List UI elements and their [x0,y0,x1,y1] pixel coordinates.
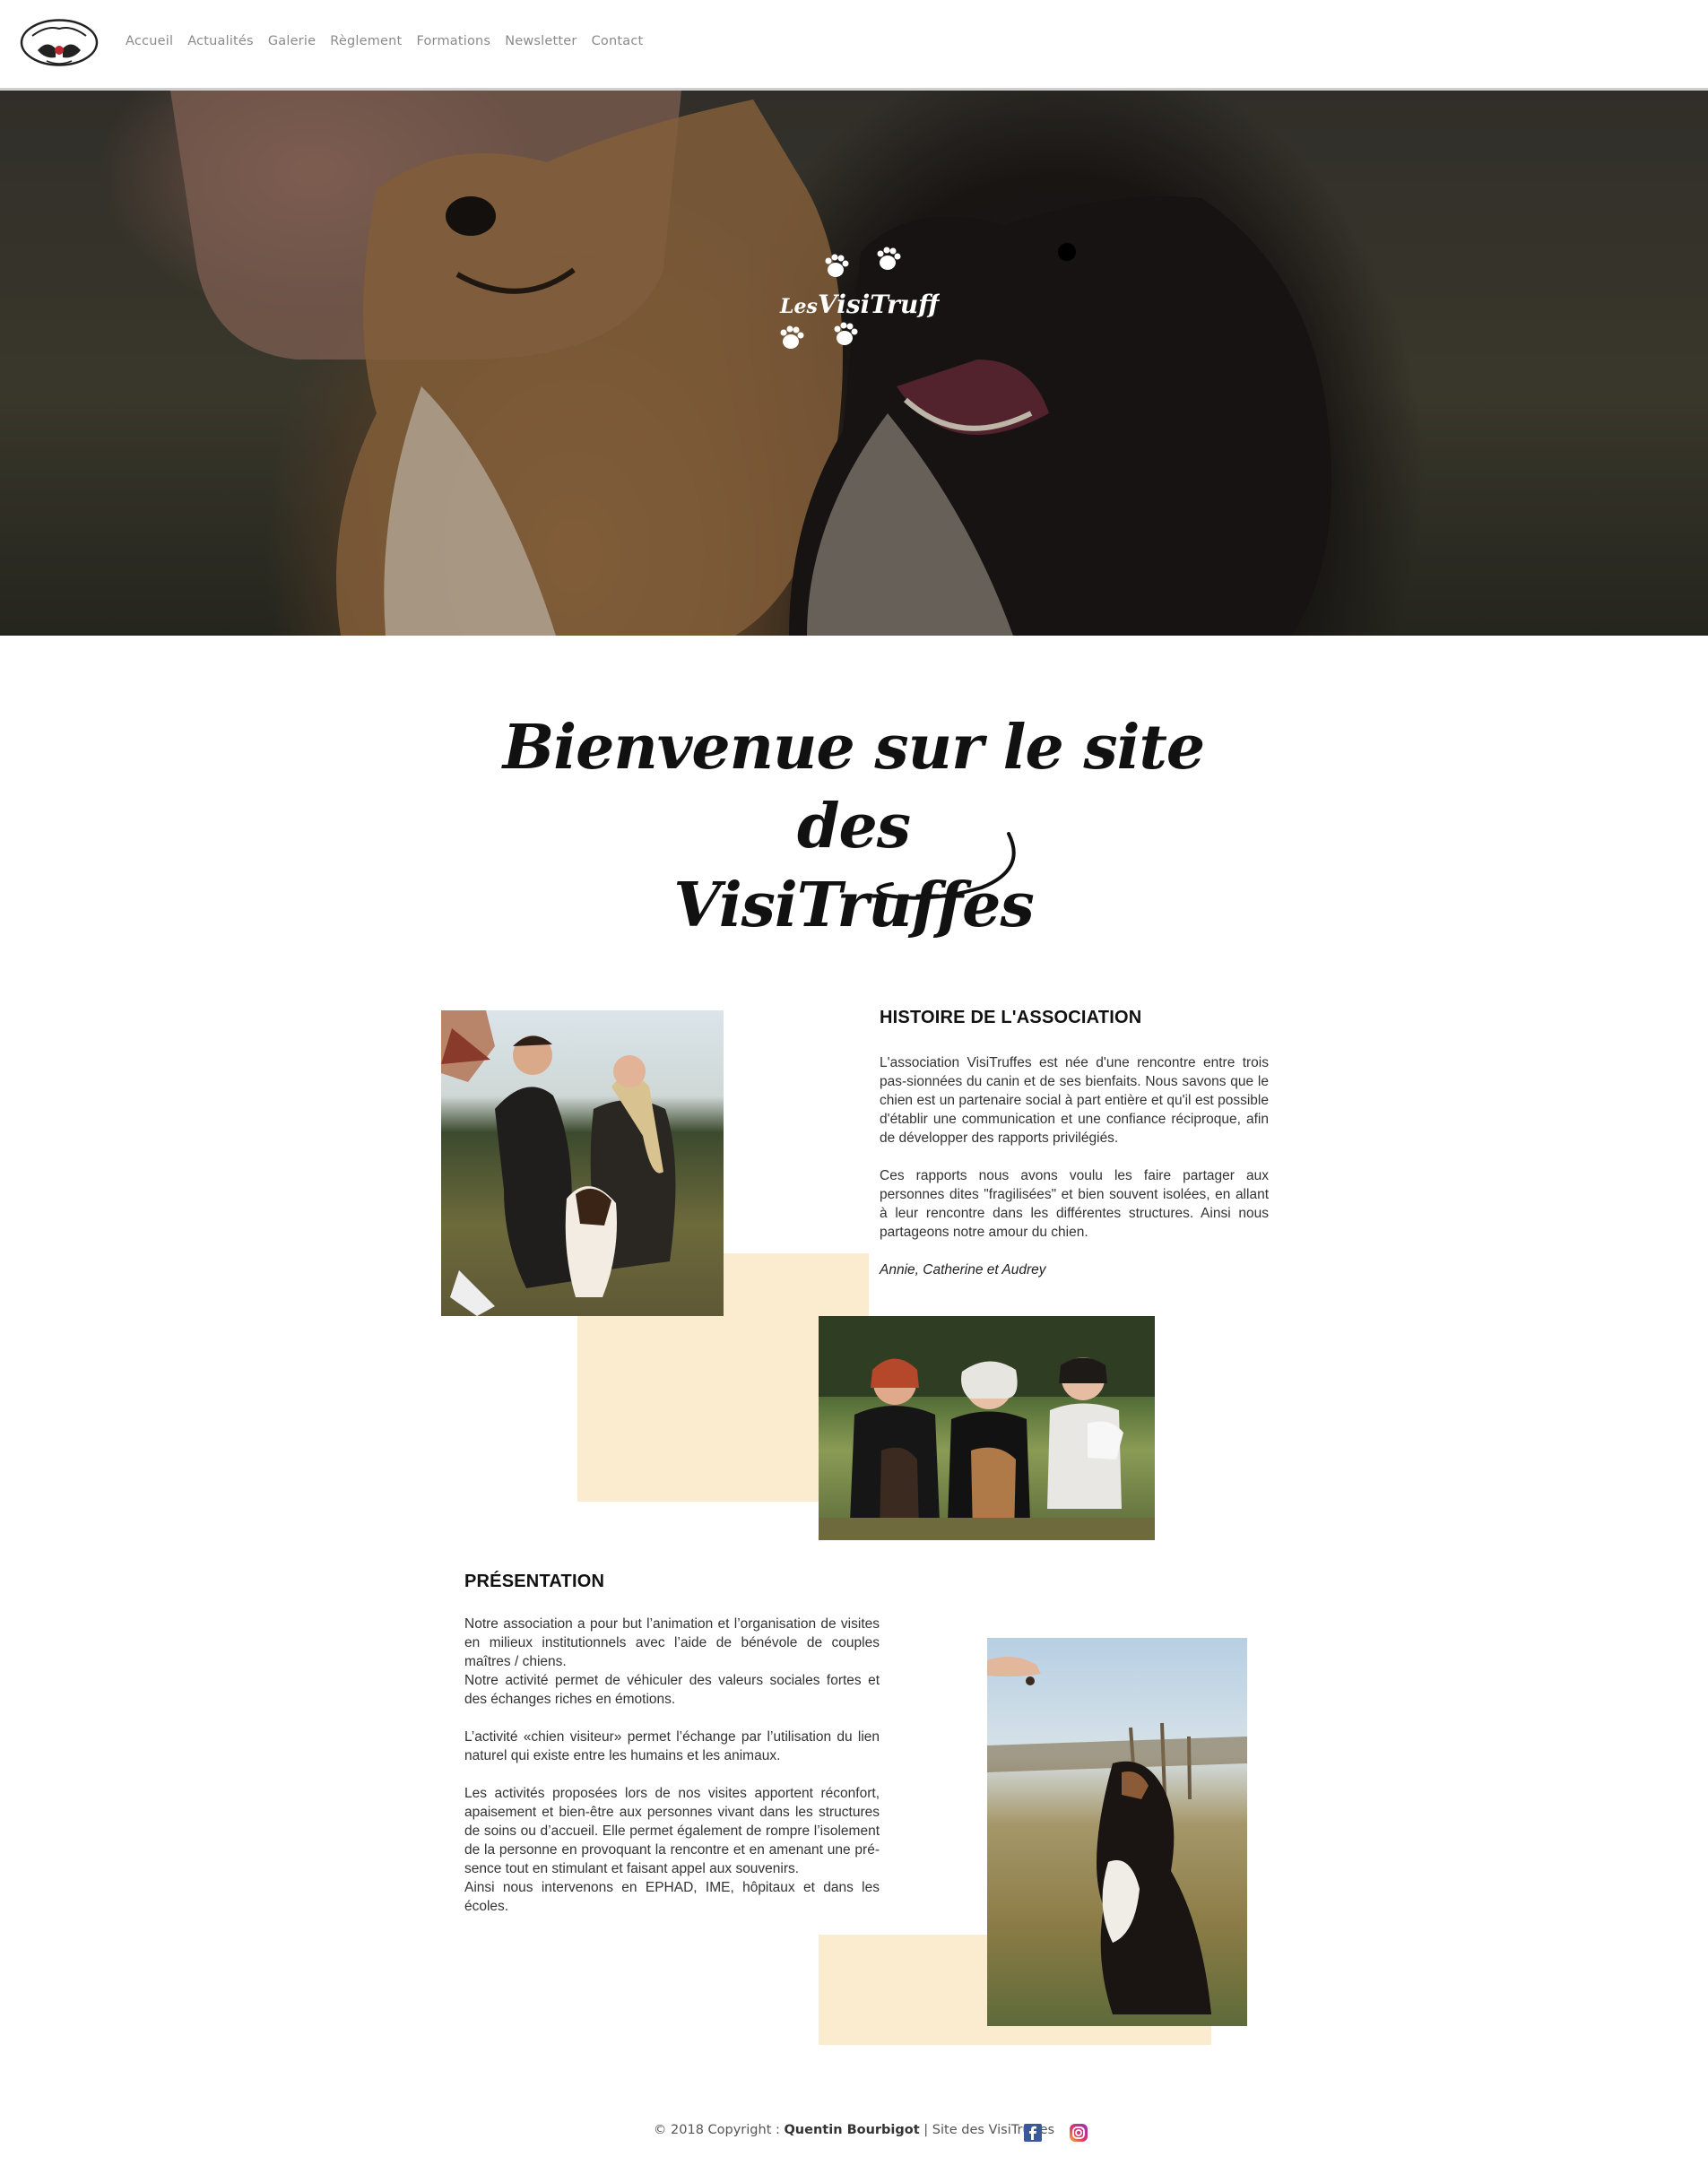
footer-author: Quentin Bourbigot [784,2123,920,2137]
instagram-icon[interactable] [1069,2123,1088,2143]
nav-formations[interactable]: Formations [416,34,490,48]
nav-accueil[interactable]: Accueil [126,34,173,48]
couple-illustration [441,1010,676,1316]
histoire-title: HISTOIRE DE L'ASSOCIATION [880,1008,1142,1027]
main-nav: Accueil Actualités Galerie Règlement For… [126,34,657,48]
nav-newsletter[interactable]: Newsletter [505,34,577,48]
hero-logo-text-les: Les [779,295,818,318]
presentation-paragraph-1b: Notre activité permet de véhiculer des v… [464,1673,880,1707]
presentation-paragraph-2: L’activité «chien visiteur» permet l’éch… [464,1729,880,1763]
site-header: Accueil Actualités Galerie Règlement For… [0,0,1708,91]
hero-banner: Les VisiTruffes [0,91,1708,636]
welcome-line-2: VisiTruffes [673,870,1034,941]
presentation-paragraph-3b: Ainsi nous intervenons en EPHAD, IME, hô… [464,1880,880,1914]
visitruffes-logo-icon[interactable] [20,18,99,67]
nav-contact[interactable]: Contact [592,34,644,48]
facebook-icon[interactable] [1023,2123,1043,2143]
swash-decoration [876,832,1016,900]
women-illustration [819,1316,1155,1540]
presentation-title: PRÉSENTATION [464,1572,605,1591]
presentation-paragraph-1: Notre association a pour but l’animation… [464,1616,880,1669]
histoire-text: L'association VisiTruffes est née d'une … [880,1053,1269,1298]
histoire-signature: Annie, Catherine et Audrey [880,1262,1046,1278]
histoire-paragraph-2: Ces rapports nous avons voulu les faire … [880,1168,1269,1240]
footer-copyright: © 2018 Copyright : [653,2123,785,2137]
hero-logo-text-visitruffes: VisiTruffes [818,290,940,319]
presentation-paragraph-3: Les activités proposées lors de nos visi… [464,1786,880,1876]
nav-reglement[interactable]: Règlement [330,34,402,48]
presentation-text: Notre association a pour but l’animation… [464,1615,880,1935]
histoire-paragraph-1: L'association VisiTruffes est née d'une … [880,1055,1269,1146]
photo-dog-in-vineyard [987,1638,1247,2026]
paw-prints-icon: Les VisiTruffes [779,247,940,349]
photo-three-women-with-dogs [819,1316,1155,1540]
nav-galerie[interactable]: Galerie [268,34,316,48]
nav-actualites[interactable]: Actualités [187,34,254,48]
photo-couple-with-dog [441,1010,724,1316]
dog-vineyard-illustration [987,1657,1247,2014]
hero-overlay [0,91,1708,636]
welcome-heading: Bienvenue sur le site des VisiTruffes [495,708,1212,945]
site-footer: © 2018 Copyright : Quentin Bourbigot | S… [0,2123,1708,2137]
welcome-line-1: Bienvenue sur le site des [502,712,1205,862]
